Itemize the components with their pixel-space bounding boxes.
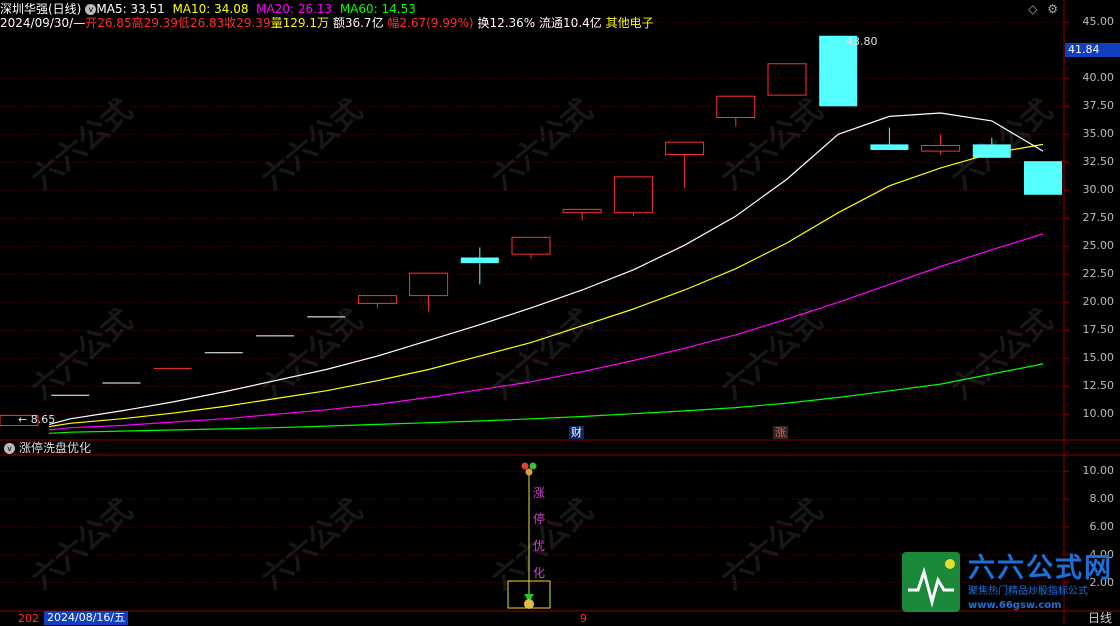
candle	[767, 63, 807, 96]
kline-chart[interactable]	[0, 0, 1120, 625]
price-axis-label: 27.50	[1082, 211, 1115, 225]
indicator-text-4: 化	[533, 566, 546, 580]
low-price-label: ← 8.65	[18, 413, 56, 426]
logo-subtitle: 聚焦热门精品炒股指标公式	[968, 586, 1088, 597]
candle	[972, 137, 1011, 158]
candle-body-down	[1024, 161, 1062, 195]
price-axis-label: 35.00	[1082, 127, 1115, 141]
candle-body-down	[972, 144, 1011, 158]
ma60-line	[48, 363, 1044, 434]
candle-body-down	[460, 257, 499, 264]
date-axis-mid: 9	[580, 612, 587, 625]
price-axis-label: 30.00	[1082, 183, 1115, 197]
dot-icon	[529, 462, 537, 470]
price-axis-label: 40.00	[1082, 71, 1115, 85]
high-price-label: 43.80	[846, 35, 878, 48]
current-price-tag: 41.84	[1065, 43, 1120, 57]
chart-frame	[0, 0, 1120, 625]
low-price-value: 8.65	[30, 413, 56, 426]
limit-up-marker[interactable]: 涨	[773, 426, 788, 439]
candle-body-up	[511, 236, 551, 255]
price-axis-label: 15.00	[1082, 351, 1115, 365]
indicator-label[interactable]: v 涨停洗盘优化	[2, 441, 91, 455]
indicator-text-2: 停	[533, 512, 546, 526]
candle-body-up	[562, 208, 602, 214]
candle	[357, 295, 397, 308]
logo-icon	[902, 552, 960, 612]
indicator-axis-label: 10.00	[1082, 464, 1115, 478]
price-axis-label: 12.50	[1082, 379, 1115, 393]
candle-body-up	[613, 176, 653, 214]
logo-url: www.66gsw.com	[968, 600, 1062, 611]
period-tab[interactable]: 日线	[1088, 611, 1112, 625]
ma5-line	[48, 112, 1044, 425]
candle-body-up	[665, 141, 705, 155]
cursor-date-tag: 2024/08/16/五	[44, 611, 129, 625]
candle	[511, 236, 551, 259]
price-axis-label: 22.50	[1082, 267, 1115, 281]
site-logo: 六六公式网 聚焦热门精品炒股指标公式 www.66gsw.com	[902, 552, 1114, 612]
date-axis-left: 202	[18, 612, 39, 625]
price-axis-label: 25.00	[1082, 239, 1115, 253]
price-axis-label: 10.00	[1082, 407, 1115, 421]
candle	[665, 141, 705, 189]
finance-marker[interactable]: 财	[569, 426, 584, 439]
candle	[1024, 161, 1062, 195]
price-axis-label: 32.50	[1082, 155, 1115, 169]
indicator-axis-label: 6.00	[1089, 519, 1115, 533]
price-axis-label: 37.50	[1082, 99, 1115, 113]
price-axis-label: 20.00	[1082, 295, 1115, 309]
candle	[870, 127, 909, 150]
indicator-drawing	[507, 462, 551, 609]
indicator-axis-label: 8.00	[1089, 492, 1115, 506]
ma10-line	[48, 143, 1044, 428]
price-axis-label: 17.50	[1082, 323, 1115, 337]
candle-body-up	[716, 95, 756, 119]
chevron-down-icon[interactable]: v	[4, 443, 15, 454]
candle-body-down	[870, 144, 909, 150]
candle	[921, 134, 961, 155]
indicator-text-3: 优	[533, 539, 546, 553]
dot-icon	[525, 468, 533, 476]
candles	[0, 35, 1062, 427]
candle	[716, 95, 756, 127]
coin-icon	[524, 599, 534, 609]
indicator-text-1: 涨	[533, 486, 546, 500]
indicator-name: 涨停洗盘优化	[19, 441, 92, 455]
candle	[613, 176, 653, 217]
candle	[562, 208, 602, 221]
candle	[460, 247, 499, 285]
candle-body-up	[767, 63, 807, 96]
price-axis-label: 45.00	[1082, 15, 1115, 29]
ma20-line	[48, 233, 1044, 431]
logo-title: 六六公式网	[968, 553, 1113, 584]
candle-body-up	[921, 145, 961, 152]
candle	[409, 272, 449, 312]
ma-lines	[48, 112, 1044, 434]
candle-body-up	[409, 272, 449, 297]
dot-icon	[521, 462, 529, 470]
